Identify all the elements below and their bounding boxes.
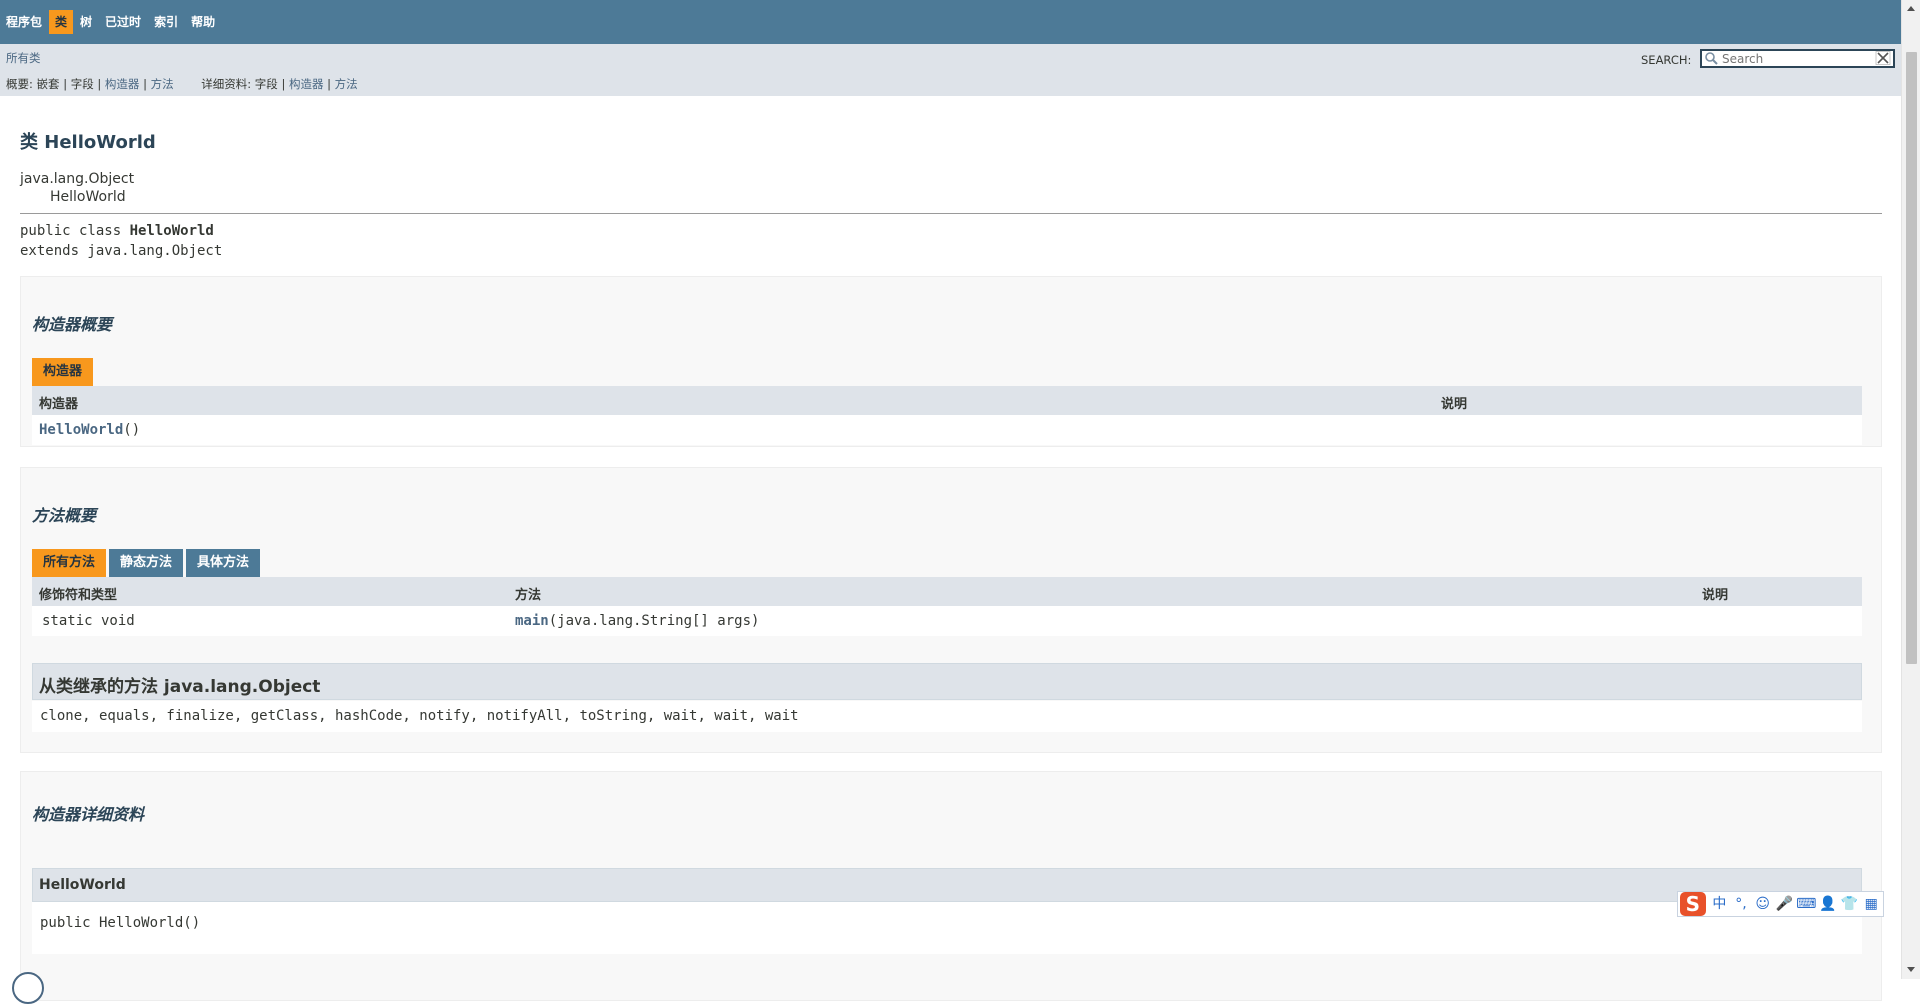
search-icon: [1704, 51, 1720, 66]
table-header: 修饰符和类型 方法 说明: [32, 577, 1862, 606]
nav-package[interactable]: 程序包: [6, 9, 48, 35]
summary-label: 概要:: [6, 77, 33, 91]
summary-nested: 嵌套: [36, 77, 60, 91]
search-input[interactable]: [1720, 51, 1875, 66]
sogou-logo-icon[interactable]: S: [1680, 892, 1706, 916]
table-header: 构造器 说明: [32, 386, 1862, 415]
separator: |: [143, 77, 147, 91]
col-modifier: 修饰符和类型: [39, 588, 118, 603]
floating-circle-icon[interactable]: [12, 972, 44, 1004]
method-summary-section: 方法概要 所有方法 静态方法 具体方法 修饰符和类型 方法 说明 static …: [20, 467, 1882, 753]
table-row: HelloWorld(): [32, 415, 1862, 445]
tab-constructors[interactable]: 构造器: [32, 358, 94, 386]
inheritance-tree: java.lang.Object HelloWorld: [20, 170, 134, 206]
constructor-link[interactable]: HelloWorld: [39, 422, 123, 438]
col-description: 说明: [1441, 397, 1468, 412]
nav-tree[interactable]: 树: [74, 9, 98, 35]
page-title: 类 HelloWorld: [20, 132, 156, 153]
nav-help[interactable]: 帮助: [185, 9, 221, 35]
inherited-methods-title: 从类继承的方法 java.lang.Object: [32, 663, 1862, 700]
summary-detail-links: 概要: 嵌套 | 字段 | 构造器 | 方法 详细资料: 字段 | 构造器 | …: [6, 76, 382, 92]
constructor-detail-signature: public HelloWorld(): [32, 902, 1862, 954]
inheritance-parent: java.lang.Object: [20, 171, 135, 187]
constructor-summary-title: 构造器概要: [32, 315, 113, 334]
signature-class-name: HelloWorld: [129, 223, 214, 239]
reset-icon[interactable]: [1875, 51, 1891, 66]
constructor-summary-table: 构造器 说明 HelloWorld(): [32, 386, 1862, 445]
constructor-params: (): [123, 422, 141, 438]
divider: [20, 213, 1882, 214]
method-params: (java.lang.String[] args): [548, 613, 760, 629]
search-label: SEARCH:: [1641, 53, 1692, 67]
detail-label: 详细资料:: [201, 77, 252, 91]
punctuation-icon[interactable]: °,: [1731, 894, 1751, 914]
keyboard-icon[interactable]: ⌨: [1796, 894, 1816, 914]
summary-constructor-link[interactable]: 构造器: [105, 77, 140, 91]
constructor-detail-title: 构造器详细资料: [32, 805, 145, 824]
col-description: 说明: [1702, 588, 1729, 603]
constructor-detail-section: 构造器详细资料 HelloWorld public HelloWorld(): [20, 771, 1882, 1001]
inheritance-child: HelloWorld: [50, 189, 126, 205]
tab-concrete-methods[interactable]: 具体方法: [186, 549, 261, 577]
separator: |: [327, 77, 331, 91]
user-icon[interactable]: 👤: [1818, 894, 1838, 914]
separator: |: [281, 77, 286, 91]
detail-method-link[interactable]: 方法: [335, 77, 358, 91]
summary-field: 字段: [70, 77, 94, 91]
constructor-summary-section: 构造器概要 构造器 构造器 说明 HelloWorld(): [20, 276, 1882, 447]
ime-toolbar: S 中 °, ☺ 🎤 ⌨ 👤 👕 ▦: [1677, 891, 1884, 917]
nav-deprecated[interactable]: 已过时: [99, 9, 147, 35]
table-row: static void main(java.lang.String[] args…: [32, 606, 1862, 636]
grid-menu-icon[interactable]: ▦: [1861, 894, 1881, 914]
separator: |: [63, 77, 68, 91]
signature-prefix: public class: [20, 223, 130, 239]
chinese-mode-icon[interactable]: 中: [1710, 894, 1730, 914]
vertical-scrollbar[interactable]: [1901, 0, 1920, 979]
class-signature: public class HelloWorld extends java.lan…: [20, 221, 222, 261]
method-summary-title: 方法概要: [32, 506, 97, 525]
signature-extends: extends java.lang.Object: [20, 243, 223, 259]
tab-all-methods[interactable]: 所有方法: [32, 549, 107, 577]
microphone-icon[interactable]: 🎤: [1774, 894, 1794, 914]
scrollbar-thumb[interactable]: [1906, 52, 1917, 664]
separator: |: [97, 77, 102, 91]
method-summary-table: 修饰符和类型 方法 说明 static void main(java.lang.…: [32, 577, 1862, 636]
nav-index[interactable]: 索引: [148, 9, 184, 35]
sub-nav-bar: 所有类 概要: 嵌套 | 字段 | 构造器 | 方法 详细资料: 字段 | 构造…: [0, 44, 1901, 96]
top-nav-bar: 程序包 类 树 已过时 索引 帮助: [0, 0, 1901, 44]
scroll-down-arrow-icon[interactable]: [1907, 967, 1915, 972]
inherited-methods-list: clone, equals, finalize, getClass, hashC…: [32, 701, 1862, 732]
nav-class: 类: [49, 10, 74, 34]
tab-static-methods[interactable]: 静态方法: [109, 549, 184, 577]
constructor-tabs: 构造器: [32, 358, 96, 386]
detail-constructor-link[interactable]: 构造器: [289, 77, 324, 91]
scroll-up-arrow-icon[interactable]: [1907, 6, 1915, 11]
method-modifier: static void: [42, 613, 135, 629]
method-main-link[interactable]: main: [515, 613, 549, 629]
constructor-detail-name: HelloWorld: [32, 868, 1862, 902]
skin-icon[interactable]: 👕: [1840, 894, 1860, 914]
all-classes-link[interactable]: 所有类: [6, 50, 41, 66]
search-box: [1700, 49, 1895, 68]
detail-field: 字段: [254, 77, 278, 91]
col-constructor: 构造器: [39, 397, 79, 412]
emoji-icon[interactable]: ☺: [1753, 894, 1773, 914]
method-tabs: 所有方法 静态方法 具体方法: [32, 549, 263, 577]
col-method: 方法: [515, 588, 542, 603]
summary-method-link[interactable]: 方法: [151, 77, 174, 91]
